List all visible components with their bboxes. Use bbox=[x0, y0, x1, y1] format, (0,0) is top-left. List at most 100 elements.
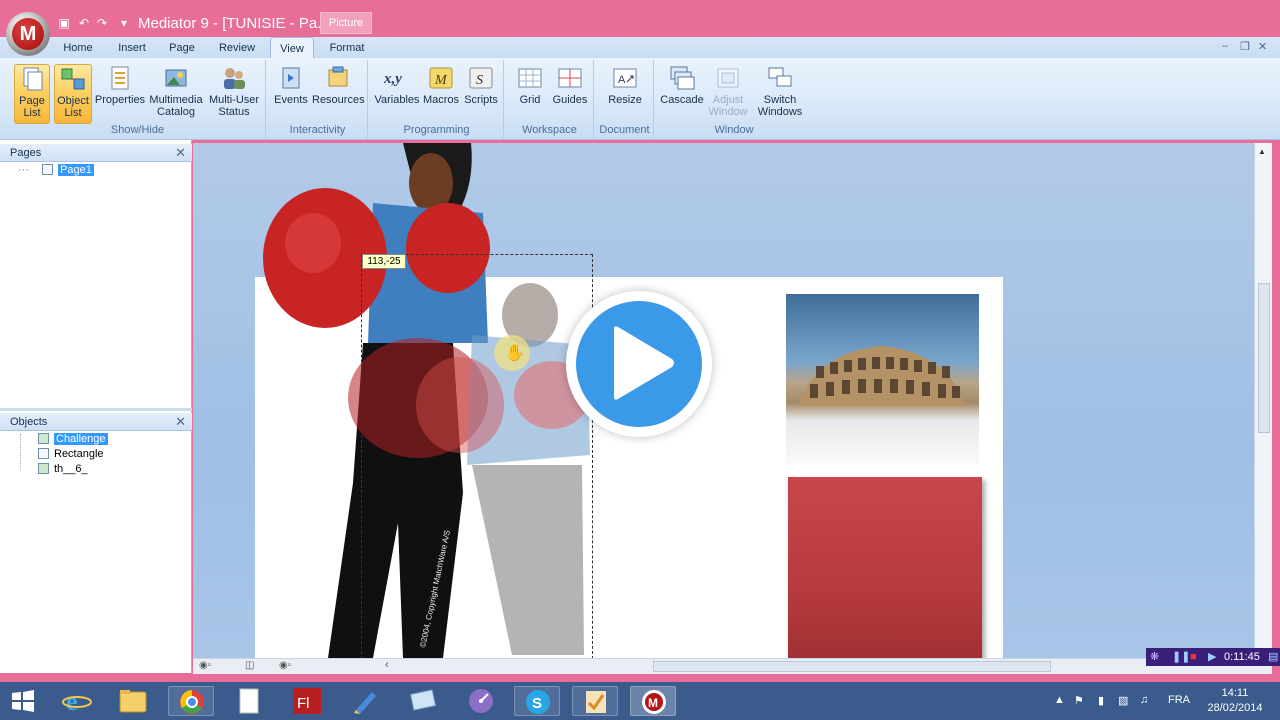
start-button[interactable] bbox=[10, 689, 36, 713]
cascade-button[interactable]: Cascade bbox=[660, 64, 704, 124]
taskbar-screen-tool[interactable] bbox=[400, 686, 446, 716]
tab-review[interactable]: Review bbox=[214, 37, 260, 59]
svg-text:S: S bbox=[476, 73, 483, 88]
taskbar-chrome[interactable] bbox=[168, 686, 214, 716]
play-button[interactable] bbox=[566, 291, 712, 437]
switch-windows-button[interactable]: Switch Windows bbox=[754, 64, 806, 124]
recorder-bar: ❋ ❚❚ ■ ▶ 0:11:45 ▤ bbox=[1146, 648, 1280, 666]
svg-text:M: M bbox=[648, 696, 658, 710]
taskbar-app[interactable] bbox=[342, 686, 388, 716]
resize-button[interactable]: A Resize bbox=[602, 64, 648, 124]
taskbar-flash[interactable]: Fl bbox=[284, 686, 330, 716]
multimedia-catalog-button[interactable]: Multimedia Catalog bbox=[148, 64, 204, 124]
tree-item-page[interactable]: ⋯ Page1 bbox=[18, 163, 94, 177]
object-list-icon bbox=[61, 68, 85, 90]
stop-icon[interactable]: ■ bbox=[1190, 648, 1197, 666]
scroll-up-icon[interactable]: ▲ bbox=[1258, 147, 1266, 156]
scroll-thumb[interactable] bbox=[1258, 283, 1270, 433]
close-icon[interactable]: ✕ bbox=[175, 144, 186, 162]
save-icon[interactable]: ▣ bbox=[56, 15, 72, 31]
taskbar-gauge[interactable] bbox=[458, 686, 504, 716]
panel-splitter[interactable] bbox=[0, 408, 192, 411]
taskbar-explorer[interactable] bbox=[110, 686, 156, 716]
action-center-icon[interactable]: ⚑ bbox=[1074, 694, 1084, 707]
multi-user-status-button[interactable]: Multi-User Status bbox=[206, 64, 262, 124]
recorder-time: 0:11:45 bbox=[1224, 651, 1260, 663]
macros-button[interactable]: M Macros bbox=[422, 64, 460, 124]
coordinate-tooltip: 113,-25 bbox=[362, 254, 406, 269]
taskbar-mediator[interactable]: M bbox=[630, 686, 676, 716]
horizontal-scrollbar[interactable]: ◉▫ ◫ ◉▫ ‹ bbox=[193, 658, 1272, 674]
object-item-label: Challenge bbox=[54, 433, 108, 445]
red-rectangle-shape[interactable] bbox=[788, 477, 982, 658]
grid-label: Grid bbox=[519, 94, 541, 106]
scripts-button[interactable]: S Scripts bbox=[462, 64, 500, 124]
network-icon[interactable]: ▧ bbox=[1118, 694, 1128, 707]
layout-icon[interactable]: ◫ bbox=[245, 660, 254, 671]
tab-format[interactable]: Format bbox=[322, 37, 372, 59]
adjust-window-button[interactable]: Adjust Window bbox=[706, 64, 750, 124]
page-list-button[interactable]: Page List bbox=[14, 64, 50, 124]
group-window: Cascade Adjust Window Switch Windows Win… bbox=[656, 60, 812, 138]
close-doc-icon[interactable]: ✕ bbox=[1258, 40, 1267, 53]
tree-item-object[interactable]: Challenge bbox=[38, 432, 108, 446]
events-button[interactable]: Events bbox=[272, 64, 310, 124]
properties-button[interactable]: Properties bbox=[94, 64, 146, 124]
tab-insert[interactable]: Insert bbox=[110, 37, 154, 59]
scroll-left-icon[interactable]: ‹ bbox=[385, 659, 389, 671]
tree-item-object[interactable]: th__6_ bbox=[38, 462, 88, 476]
grid-button[interactable]: Grid bbox=[510, 64, 550, 124]
drag-selection-box[interactable] bbox=[361, 254, 593, 658]
taskbar-checklist[interactable] bbox=[572, 686, 618, 716]
customize-toolbar-icon[interactable]: ▾ bbox=[116, 15, 132, 31]
language-indicator[interactable]: FRA bbox=[1168, 694, 1190, 706]
recorder-logo-icon: ❋ bbox=[1150, 651, 1160, 663]
taskbar-skype[interactable]: S bbox=[514, 686, 560, 716]
macros-label: Macros bbox=[422, 94, 460, 106]
guides-button[interactable]: Guides bbox=[550, 64, 590, 124]
page-icon bbox=[42, 164, 54, 175]
pause-icon[interactable]: ❚❚ bbox=[1172, 648, 1190, 666]
blank-document-icon bbox=[239, 688, 259, 714]
restore-doc-icon[interactable]: ❐ bbox=[1240, 40, 1250, 53]
undo-icon[interactable]: ↶ bbox=[76, 15, 92, 31]
cascade-icon bbox=[670, 66, 695, 90]
object-list-label: Object List bbox=[57, 95, 89, 119]
grid-icon bbox=[518, 68, 542, 88]
resize-label: Resize bbox=[608, 94, 642, 106]
preview-icon[interactable]: ◉▫ bbox=[279, 660, 291, 671]
device-icon[interactable]: ▮ bbox=[1098, 694, 1104, 707]
volume-icon[interactable]: ♫ bbox=[1140, 694, 1148, 706]
resources-button[interactable]: Resources bbox=[312, 64, 365, 124]
colosseum-image[interactable] bbox=[786, 294, 979, 464]
object-item-label: th__6_ bbox=[54, 463, 88, 475]
taskbar-document[interactable] bbox=[226, 686, 272, 716]
redo-icon[interactable]: ↷ bbox=[94, 15, 110, 31]
group-label: Window bbox=[714, 124, 754, 136]
tree-item-object[interactable]: Rectangle bbox=[38, 447, 104, 461]
vertical-scrollbar[interactable]: ▲ bbox=[1254, 143, 1272, 658]
folder-icon bbox=[119, 690, 147, 713]
taskbar-ie[interactable]: e bbox=[54, 686, 100, 716]
recorder-menu-icon[interactable]: ▤ bbox=[1268, 648, 1278, 666]
view-mode-icon[interactable]: ◉▫ bbox=[199, 660, 211, 671]
events-icon bbox=[282, 67, 300, 89]
tab-home[interactable]: Home bbox=[56, 37, 100, 59]
properties-label: Properties bbox=[94, 94, 146, 106]
variables-button[interactable]: x,y Variables bbox=[374, 64, 420, 124]
group-document: A Resize Document bbox=[596, 60, 654, 138]
scroll-thumb[interactable] bbox=[653, 661, 1051, 672]
close-icon[interactable]: ✕ bbox=[175, 413, 186, 431]
object-list-button[interactable]: Object List bbox=[54, 64, 92, 124]
group-show-hide: Page List Object List Properties Multime… bbox=[10, 60, 266, 138]
tray-expand-icon[interactable]: ▲ bbox=[1054, 694, 1065, 706]
chrome-icon bbox=[180, 690, 204, 714]
app-logo-button[interactable]: M bbox=[6, 12, 50, 56]
scripts-icon: S bbox=[469, 67, 493, 89]
play-small-icon[interactable]: ▶ bbox=[1208, 648, 1216, 666]
workspace-canvas[interactable]: ©2004, Copyright MatchWare A/S ✋ bbox=[193, 143, 1254, 658]
minimize-doc-icon[interactable]: – bbox=[1222, 40, 1228, 52]
tab-page[interactable]: Page bbox=[162, 37, 202, 59]
clock[interactable]: 14:11 28/02/2014 bbox=[1200, 686, 1270, 716]
tab-view[interactable]: View bbox=[270, 37, 314, 59]
